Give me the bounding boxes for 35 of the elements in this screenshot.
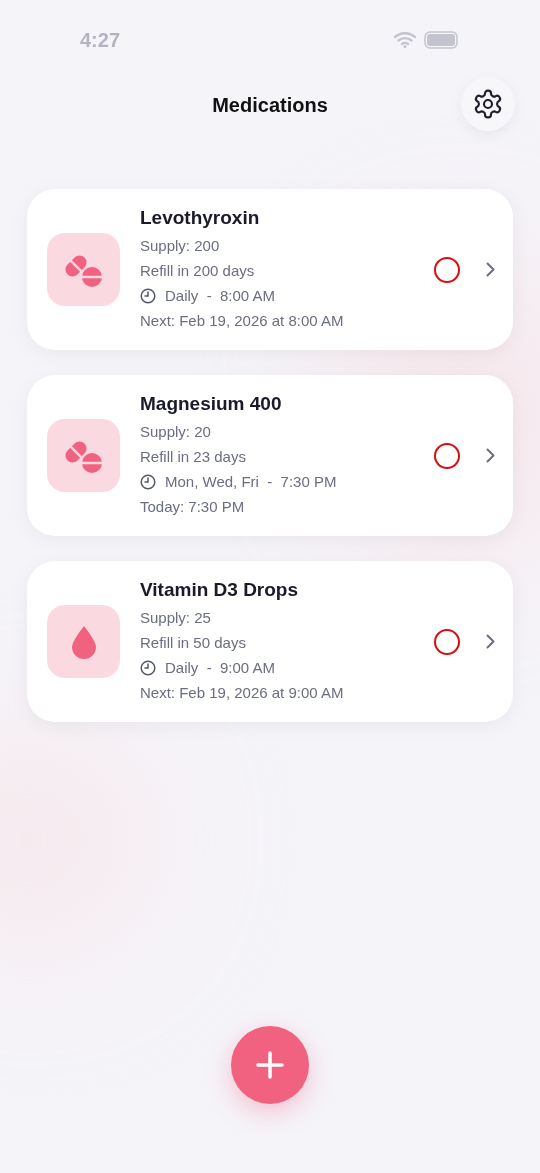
add-button[interactable] (231, 1026, 309, 1104)
medication-card[interactable]: Levothyroxin Supply: 200 Refill in 200 days Daily - 8:00 AM Next: Feb 19, 2026 at 8:00 AM (27, 189, 513, 350)
taken-toggle[interactable] (434, 442, 460, 469)
refill-text: Refill in 23 days (140, 447, 247, 467)
battery-icon (424, 31, 460, 49)
taken-toggle[interactable] (434, 628, 460, 655)
settings-icon (472, 88, 504, 120)
supply-text: Supply: 25 (140, 608, 212, 628)
chevron-right-icon (486, 634, 495, 649)
status-time: 4:27 (80, 28, 121, 53)
refill-text: Refill in 50 days (140, 633, 247, 653)
next-dose-text: Next: Feb 19, 2026 at 8:00 AM (140, 311, 345, 331)
schedule-text: Mon, Wed, Fri - 7:30 PM (165, 472, 337, 492)
supply-text: Supply: 200 (140, 236, 221, 256)
schedule-text: Daily - 8:00 AM (165, 286, 276, 306)
page-title: Medications (212, 93, 328, 118)
wifi-icon (394, 32, 416, 48)
taken-toggle[interactable] (434, 256, 460, 283)
next-dose-text: Today: 7:30 PM (140, 497, 246, 517)
schedule-text: Daily - 9:00 AM (165, 658, 276, 678)
medication-name: Levothyroxin (140, 206, 261, 230)
plus-icon (256, 1051, 284, 1079)
medication-name: Magnesium 400 (140, 392, 283, 416)
clock-icon (140, 473, 156, 490)
medication-card[interactable]: Magnesium 400 Supply: 20 Refill in 23 days Mon, Wed, Fri - 7:30 PM Today: 7:30 PM (27, 375, 513, 536)
drop-icon (70, 624, 97, 659)
medication-card[interactable]: Vitamin D3 Drops Supply: 25 Refill in 50 days Daily - 9:00 AM Next: Feb 19, 2026 at 9:00 AM (27, 561, 513, 722)
next-dose-text: Next: Feb 19, 2026 at 9:00 AM (140, 683, 345, 703)
refill-text: Refill in 200 days (140, 261, 256, 281)
clock-icon (140, 287, 156, 304)
medication-name: Vitamin D3 Drops (140, 578, 300, 602)
chevron-right-icon (486, 448, 495, 463)
supply-text: Supply: 20 (140, 422, 212, 442)
clock-icon (140, 659, 156, 676)
chevron-right-icon (486, 262, 495, 277)
